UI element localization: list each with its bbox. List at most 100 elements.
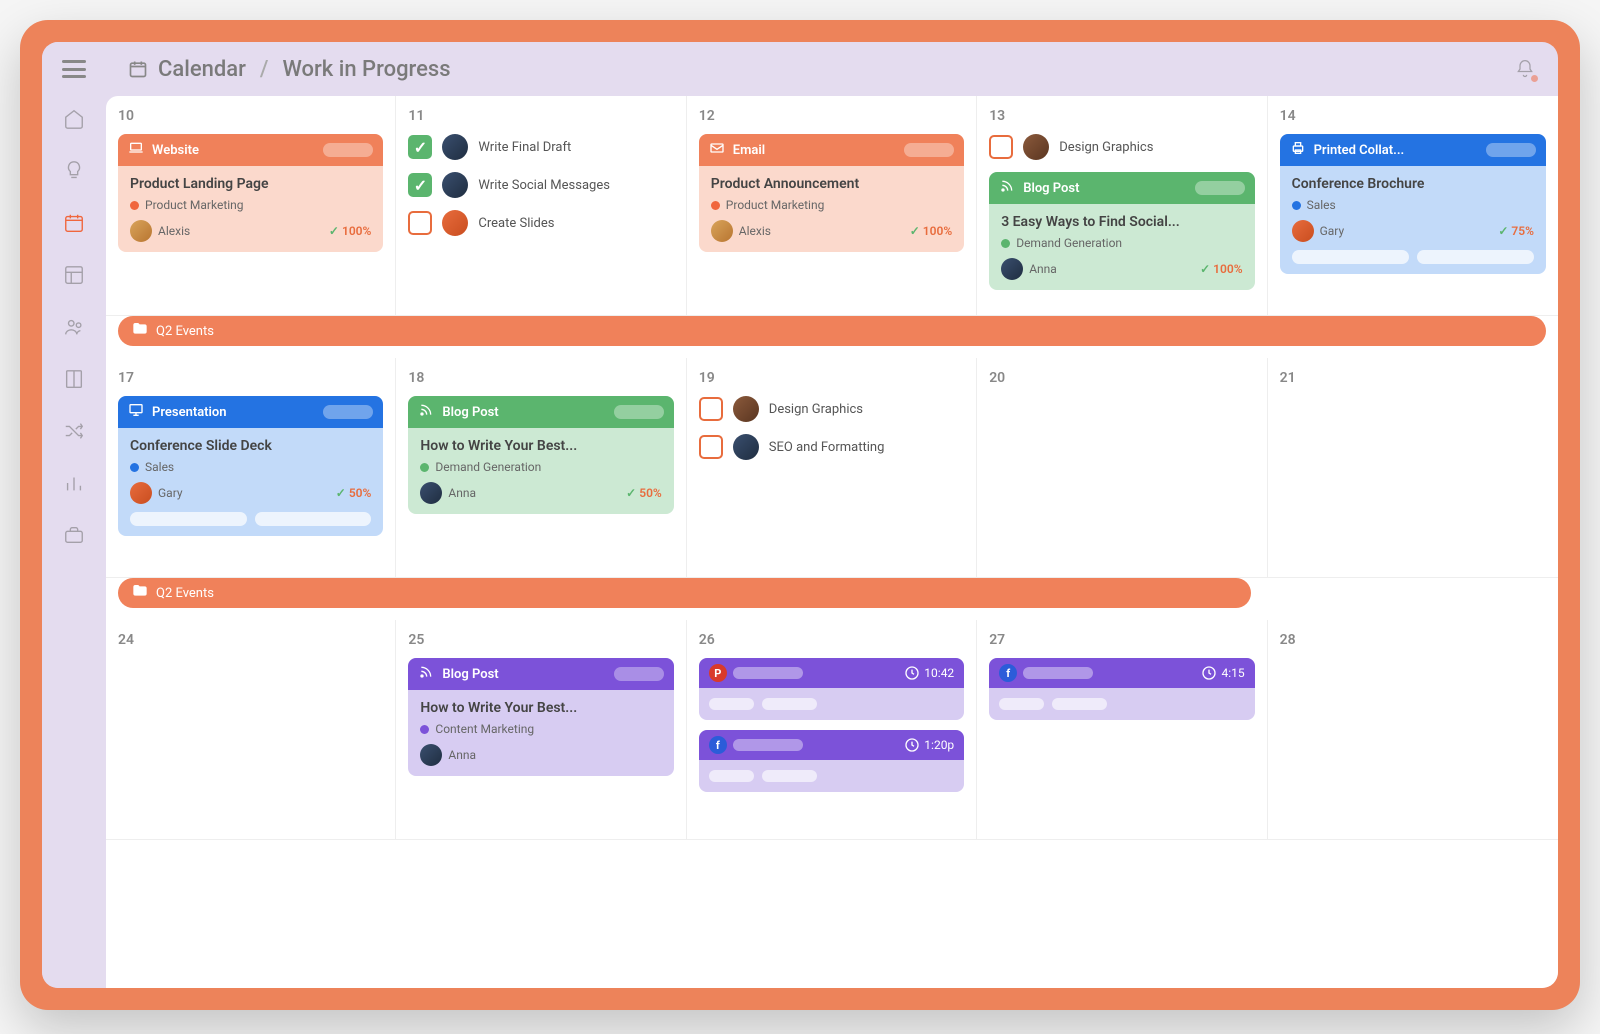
nav-analytics-icon[interactable] xyxy=(63,472,85,494)
calendar-cell[interactable]: 12 Email Product Announcement Product Ma… xyxy=(687,96,977,316)
card-body: Product Announcement Product Marketing A… xyxy=(699,166,964,252)
email-icon xyxy=(709,140,725,160)
checkbox[interactable] xyxy=(699,435,723,459)
social-time: 10:42 xyxy=(904,665,954,681)
progress-label: 100% xyxy=(1200,262,1242,276)
checkbox[interactable] xyxy=(989,135,1013,159)
card-header: Printed Collat... xyxy=(1280,134,1546,166)
avatar xyxy=(130,220,152,242)
calendar-content: 10 Website Product Landing Page Product … xyxy=(106,96,1558,988)
card-assignee: Gary 50% xyxy=(130,482,371,504)
menu-toggle[interactable] xyxy=(62,60,86,78)
social-card[interactable]: P 10:42 xyxy=(699,658,964,720)
task-label: Write Social Messages xyxy=(478,178,610,193)
card-tag: Sales xyxy=(1292,198,1534,212)
content-card[interactable]: Presentation Conference Slide Deck Sales… xyxy=(118,396,383,536)
person-name: Anna xyxy=(448,748,476,762)
notifications-button[interactable] xyxy=(1514,58,1536,80)
task-row[interactable]: Design Graphics xyxy=(699,396,964,422)
person-name: Gary xyxy=(1320,224,1345,238)
breadcrumb-page[interactable]: Work in Progress xyxy=(283,57,451,82)
card-category: Blog Post xyxy=(442,667,498,682)
calendar-cell[interactable]: 20 xyxy=(977,358,1267,578)
calendar-cell[interactable]: 18 Blog Post How to Write Your Best... D… xyxy=(396,358,686,578)
task-label: Design Graphics xyxy=(1059,140,1153,155)
nav-home-icon[interactable] xyxy=(63,108,85,130)
card-header: Email xyxy=(699,134,964,166)
calendar-cell[interactable]: 14 Printed Collat... Conference Brochure… xyxy=(1268,96,1558,316)
content-card[interactable]: Blog Post 3 Easy Ways to Find Social... … xyxy=(989,172,1254,290)
fb-icon: f xyxy=(999,664,1017,682)
avatar xyxy=(130,482,152,504)
card-pill xyxy=(323,143,373,157)
day-number: 10 xyxy=(118,108,383,124)
calendar-cell[interactable]: 25 Blog Post How to Write Your Best... C… xyxy=(396,620,686,840)
nav-shuffle-icon[interactable] xyxy=(63,420,85,442)
card-body: How to Write Your Best... Content Market… xyxy=(408,690,673,776)
day-number: 28 xyxy=(1280,632,1546,648)
card-pill xyxy=(323,405,373,419)
task-row[interactable]: ✓ Write Social Messages xyxy=(408,172,673,198)
event-banner[interactable]: Q2 Events xyxy=(118,578,1251,608)
calendar-cell[interactable]: 13 Design Graphics Blog Post 3 Easy Ways… xyxy=(977,96,1267,316)
content-card[interactable]: Blog Post How to Write Your Best... Cont… xyxy=(408,658,673,776)
calendar-cell[interactable]: 21 xyxy=(1268,358,1558,578)
day-number: 25 xyxy=(408,632,673,648)
task-row[interactable]: ✓ Write Final Draft xyxy=(408,134,673,160)
social-card[interactable]: f 1:20p xyxy=(699,730,964,792)
nav-team-icon[interactable] xyxy=(63,316,85,338)
calendar-cell[interactable]: 19 Design Graphics SEO and Formatting xyxy=(687,358,977,578)
calendar-icon xyxy=(128,59,148,79)
card-category: Website xyxy=(152,143,199,158)
content-card[interactable]: Email Product Announcement Product Marke… xyxy=(699,134,964,252)
calendar-cell[interactable]: 11 ✓ Write Final Draft ✓ Write Social Me… xyxy=(396,96,686,316)
task-row[interactable]: SEO and Formatting xyxy=(699,434,964,460)
nav-ideas-icon[interactable] xyxy=(63,160,85,182)
folder-icon xyxy=(132,583,148,603)
card-pill xyxy=(614,667,664,681)
card-assignee: Gary 75% xyxy=(1292,220,1534,242)
content-card[interactable]: Website Product Landing Page Product Mar… xyxy=(118,134,383,252)
calendar-cell[interactable]: 28 xyxy=(1268,620,1558,840)
day-number: 12 xyxy=(699,108,964,124)
card-header: Blog Post xyxy=(408,658,673,690)
card-assignee: Anna xyxy=(420,744,661,766)
nav-calendar-icon[interactable] xyxy=(63,212,85,234)
nav-briefcase-icon[interactable] xyxy=(63,524,85,546)
checkbox[interactable] xyxy=(699,397,723,421)
calendar-cell[interactable]: 24 xyxy=(106,620,396,840)
card-header: Website xyxy=(118,134,383,166)
avatar xyxy=(733,434,759,460)
checkbox[interactable] xyxy=(408,211,432,235)
banner-label: Q2 Events xyxy=(156,324,214,339)
day-number: 21 xyxy=(1280,370,1546,386)
task-label: Design Graphics xyxy=(769,402,863,417)
task-row[interactable]: Create Slides xyxy=(408,210,673,236)
avatar xyxy=(442,134,468,160)
nav-layout-icon[interactable] xyxy=(63,264,85,286)
content-card[interactable]: Printed Collat... Conference Brochure Sa… xyxy=(1280,134,1546,274)
card-category: Presentation xyxy=(152,405,227,420)
task-row[interactable]: Design Graphics xyxy=(989,134,1254,160)
avatar xyxy=(1001,258,1023,280)
rss-icon xyxy=(418,664,434,684)
card-category: Blog Post xyxy=(1023,181,1079,196)
calendar-cell[interactable]: 17 Presentation Conference Slide Deck Sa… xyxy=(106,358,396,578)
card-title: Product Announcement xyxy=(711,176,952,192)
content-card[interactable]: Blog Post How to Write Your Best... Dema… xyxy=(408,396,673,514)
day-number: 24 xyxy=(118,632,383,648)
calendar-cell[interactable]: 10 Website Product Landing Page Product … xyxy=(106,96,396,316)
checkbox[interactable]: ✓ xyxy=(408,135,432,159)
calendar-week: 24 25 Blog Post How to Write Your Best..… xyxy=(106,620,1558,840)
app-frame: Calendar / Work in Progress 10 Website P… xyxy=(20,20,1580,1010)
avatar xyxy=(1023,134,1049,160)
card-tag: Content Marketing xyxy=(420,722,661,736)
calendar-cell[interactable]: 27 f 4:15 xyxy=(977,620,1267,840)
event-banner[interactable]: Q2 Events xyxy=(118,316,1546,346)
calendar-cell[interactable]: 26 P 10:42 f 1:20p xyxy=(687,620,977,840)
day-number: 20 xyxy=(989,370,1254,386)
checkbox[interactable]: ✓ xyxy=(408,173,432,197)
social-card[interactable]: f 4:15 xyxy=(989,658,1254,720)
nav-docs-icon[interactable] xyxy=(63,368,85,390)
breadcrumb-root[interactable]: Calendar xyxy=(158,57,246,82)
